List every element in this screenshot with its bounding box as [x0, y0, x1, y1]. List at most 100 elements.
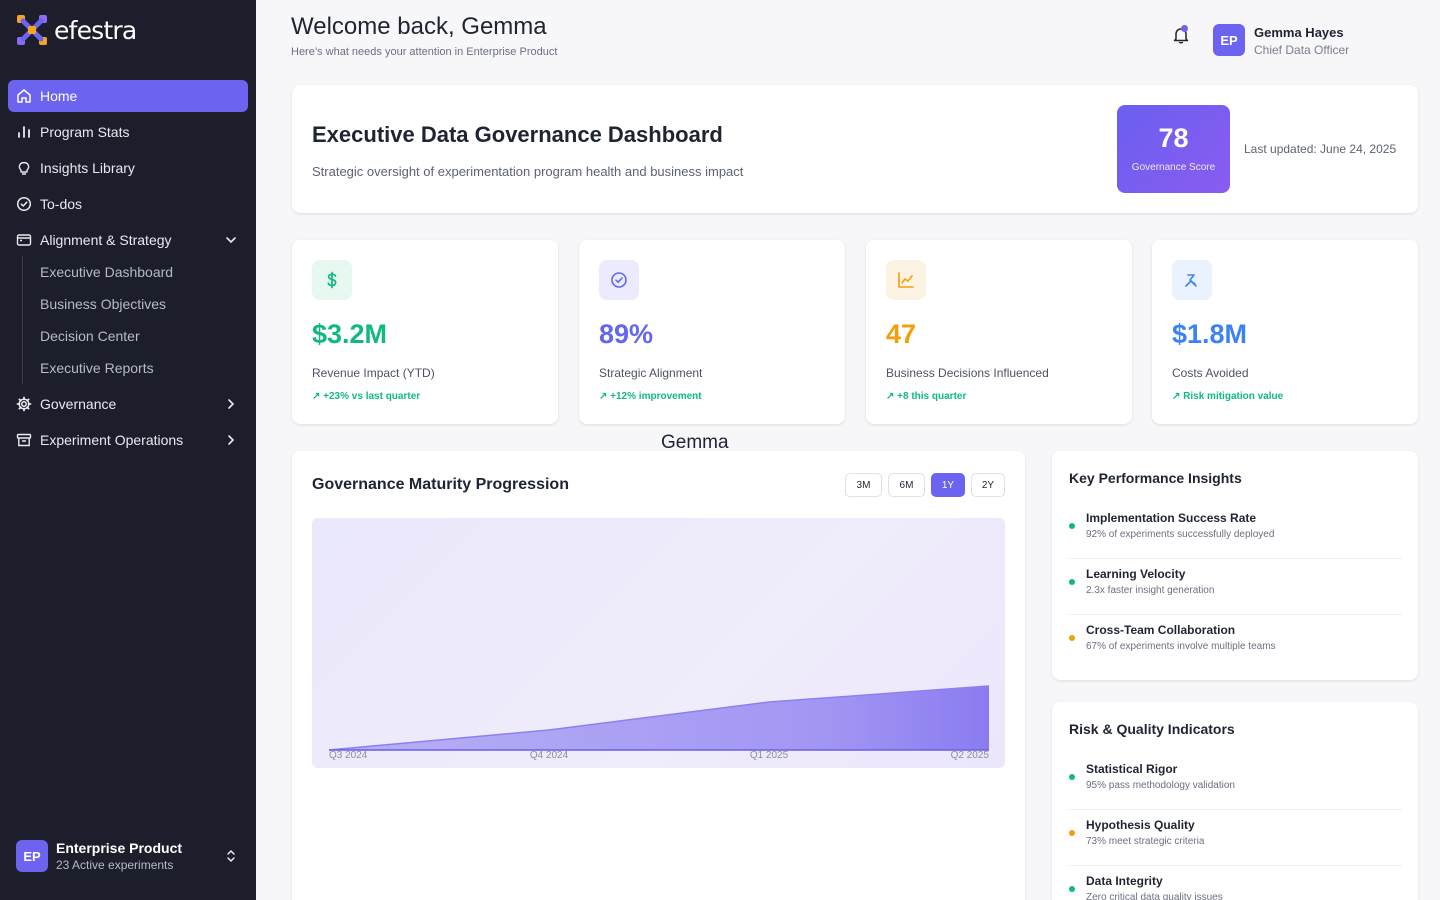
sidebar-item-label: Alignment & Strategy: [40, 232, 172, 248]
status-dot: [1069, 774, 1075, 780]
workspace-subtitle: 23 Active experiments: [56, 858, 174, 872]
last-updated: Last updated: June 24, 2025: [1244, 142, 1397, 156]
kpi-card-costs: $1.8M Costs Avoided ↗ Risk mitigation va…: [1152, 240, 1418, 424]
list-item-desc: 2.3x faster insight generation: [1086, 585, 1215, 596]
x-tick-label: Q3 2024: [329, 750, 368, 761]
status-dot: [1069, 886, 1075, 892]
range-button-6m[interactable]: 6M: [888, 473, 925, 497]
sidebar-item-label: Experiment Operations: [40, 432, 184, 448]
subnav-item-executive-dashboard[interactable]: Executive Dashboard: [40, 256, 248, 288]
list-item-desc: 95% pass methodology validation: [1086, 780, 1235, 791]
workspace-switcher[interactable]: EP Enterprise Product 23 Active experime…: [16, 840, 246, 872]
status-dot: [1069, 579, 1075, 585]
chevron-right-icon[interactable]: [224, 433, 238, 447]
governance-score-label: Governance Score: [1131, 162, 1216, 173]
list-item[interactable]: Data Integrity Zero critical data qualit…: [1069, 866, 1402, 900]
kpi-trend: ↗ +23% vs last quarter: [312, 391, 421, 402]
notification-dot: [1181, 25, 1188, 32]
chart-svg: Q3 2024 Q4 2024 Q1 2025 Q2 2025: [328, 685, 990, 761]
list-item-desc: Zero critical data quality issues: [1086, 892, 1223, 900]
x-tick-label: Q1 2025: [750, 750, 789, 761]
kpi-trend: ↗ +8 this quarter: [886, 391, 967, 402]
x-tick-label: Q2 2025: [951, 750, 990, 761]
risk-list: Statistical Rigor 95% pass methodology v…: [1069, 754, 1402, 900]
kpi-trend: ↗ +12% improvement: [599, 391, 702, 402]
kpi-label: Costs Avoided: [1172, 366, 1249, 380]
check-circle-icon: [16, 196, 32, 212]
efestra-logo-icon: [16, 14, 48, 46]
chevron-down-icon[interactable]: [224, 233, 238, 247]
page-subtitle: Strategic oversight of experimentation p…: [312, 164, 744, 179]
range-button-3m[interactable]: 3M: [845, 473, 882, 497]
governance-score-badge: 78 Governance Score: [1117, 105, 1230, 193]
kpi-label: Strategic Alignment: [599, 366, 703, 380]
insights-list: Implementation Success Rate 92% of exper…: [1069, 503, 1402, 671]
page-title: Executive Data Governance Dashboard: [312, 122, 723, 147]
list-item[interactable]: Learning Velocity 2.3x faster insight ge…: [1069, 559, 1402, 615]
dollar-icon: [312, 260, 352, 300]
subnav-item-executive-reports[interactable]: Executive Reports: [40, 352, 248, 384]
workspace-name: Enterprise Product: [56, 840, 183, 856]
list-item-title: Cross-Team Collaboration: [1086, 623, 1236, 637]
list-item[interactable]: Hypothesis Quality 73% meet strategic cr…: [1069, 810, 1402, 866]
sidebar-item-label: To-dos: [40, 196, 83, 212]
kpi-label: Business Decisions Influenced: [886, 366, 1049, 380]
status-dot: [1069, 523, 1075, 529]
kpi-value: 47: [886, 319, 917, 349]
list-item-desc: 92% of experiments successfully deployed: [1086, 529, 1275, 540]
bar-chart-icon: [16, 124, 32, 140]
insights-card: Key Performance Insights Implementation …: [1052, 451, 1418, 680]
range-button-2y[interactable]: 2Y: [971, 473, 1005, 497]
maturity-chart-card: Governance Maturity Progression 3M 6M 1Y…: [292, 451, 1025, 900]
list-item[interactable]: Cross-Team Collaboration 67% of experime…: [1069, 615, 1402, 671]
archive-icon: [16, 432, 32, 448]
list-item-title: Statistical Rigor: [1086, 762, 1178, 776]
list-item[interactable]: Statistical Rigor 95% pass methodology v…: [1069, 754, 1402, 810]
sidebar-nav: Home Program Stats Insights Library To-d…: [8, 80, 248, 460]
kpi-trend: ↗ Risk mitigation value: [1172, 391, 1284, 402]
sidebar-item-to-dos[interactable]: To-dos: [8, 188, 248, 220]
insights-title: Key Performance Insights: [1069, 470, 1242, 486]
kpi-card-alignment: 89% Strategic Alignment ↗ +12% improveme…: [579, 240, 845, 424]
welcome-title: Welcome back, Gemma: [291, 13, 547, 40]
kpi-value: 89%: [599, 319, 654, 349]
sidebar-item-label: Home: [40, 88, 78, 104]
shield-icon: [1172, 260, 1212, 300]
user-role: Chief Data Officer: [1254, 43, 1350, 57]
maturity-chart: Q3 2024 Q4 2024 Q1 2025 Q2 2025: [312, 518, 1005, 768]
list-item-desc: 73% meet strategic criteria: [1086, 836, 1205, 847]
sidebar-item-alignment-strategy[interactable]: Alignment & Strategy: [8, 224, 248, 256]
list-item[interactable]: Implementation Success Rate 92% of exper…: [1069, 503, 1402, 559]
welcome-subtitle: Here’s what needs your attention in Ente…: [291, 46, 558, 58]
sidebar-item-home[interactable]: Home: [8, 80, 248, 112]
subnav-item-decision-center[interactable]: Decision Center: [40, 320, 248, 352]
workspace-avatar: EP: [16, 840, 48, 872]
avatar[interactable]: EP: [1213, 24, 1245, 56]
list-item-title: Hypothesis Quality: [1086, 818, 1195, 832]
subnav-item-business-objectives[interactable]: Business Objectives: [40, 288, 248, 320]
range-button-1y[interactable]: 1Y: [931, 473, 965, 497]
user-name[interactable]: Gemma Hayes: [1254, 25, 1344, 40]
sidebar-item-program-stats[interactable]: Program Stats: [8, 116, 248, 148]
sidebar-item-experiment-operations[interactable]: Experiment Operations: [8, 424, 248, 456]
alignment-subnav: Executive Dashboard Business Objectives …: [22, 256, 248, 384]
kpi-card-decisions: 47 Business Decisions Influenced ↗ +8 th…: [866, 240, 1132, 424]
list-item-desc: 67% of experiments involve multiple team…: [1086, 641, 1276, 652]
kpi-label: Revenue Impact (YTD): [312, 366, 435, 380]
chevron-up-down-icon[interactable]: [224, 849, 238, 863]
list-item-title: Learning Velocity: [1086, 567, 1186, 581]
range-selector: 3M 6M 1Y 2Y: [845, 473, 1005, 497]
sidebar-item-insights-library[interactable]: Insights Library: [8, 152, 248, 184]
brand-name: efestra: [54, 15, 137, 45]
brand[interactable]: efestra: [16, 14, 137, 46]
hero-card: Executive Data Governance Dashboard Stra…: [292, 85, 1418, 213]
sidebar-item-label: Program Stats: [40, 124, 130, 140]
target-icon: [599, 260, 639, 300]
kpi-card-revenue: $3.2M Revenue Impact (YTD) ↗ +23% vs las…: [292, 240, 558, 424]
sidebar-item-label: Insights Library: [40, 160, 135, 176]
list-item-title: Implementation Success Rate: [1086, 511, 1257, 525]
sidebar-item-governance[interactable]: Governance: [8, 388, 248, 420]
chevron-right-icon[interactable]: [224, 397, 238, 411]
lightbulb-icon: [16, 160, 32, 176]
risk-title: Risk & Quality Indicators: [1069, 721, 1235, 737]
